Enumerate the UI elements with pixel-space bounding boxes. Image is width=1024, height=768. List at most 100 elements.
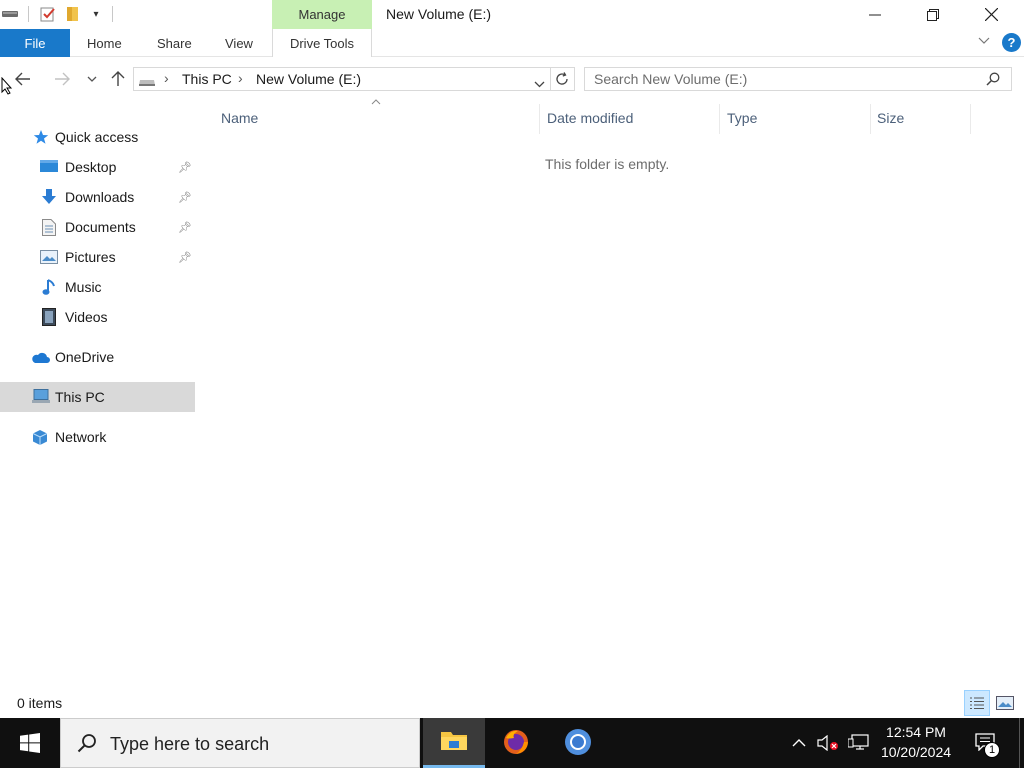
sort-ascending-icon	[371, 97, 381, 108]
forward-button[interactable]	[51, 68, 73, 90]
taskbar-file-explorer[interactable]	[423, 718, 485, 768]
breadcrumb-new-volume[interactable]: New Volume (E:)	[256, 71, 361, 87]
sidebar-item-label: Music	[65, 279, 102, 295]
videos-icon	[40, 308, 58, 326]
sidebar-item-pictures[interactable]: Pictures 📌︎	[0, 242, 195, 272]
sidebar-item-onedrive[interactable]: OneDrive	[0, 342, 195, 372]
column-divider[interactable]	[870, 104, 871, 134]
column-divider[interactable]	[970, 104, 971, 134]
empty-folder-message: This folder is empty.	[545, 156, 670, 172]
pictures-icon	[40, 248, 58, 266]
separator	[112, 6, 113, 22]
refresh-button[interactable]	[550, 67, 575, 91]
close-button[interactable]	[962, 0, 1020, 29]
navigation-bar: › This PC › New Volume (E:)	[0, 57, 1024, 101]
chromium-icon	[564, 728, 592, 759]
file-list[interactable]: Name Date modified Type Size This folder…	[200, 99, 1024, 689]
pin-icon[interactable]: 📌︎	[178, 251, 192, 264]
tab-view[interactable]: View	[225, 29, 253, 57]
taskbar-search-box[interactable]: Type here to search	[60, 718, 420, 768]
column-header-size[interactable]: Size	[877, 110, 904, 126]
tab-drive-tools[interactable]: Drive Tools	[272, 29, 372, 57]
status-bar: 0 items	[0, 689, 1024, 718]
tab-manage[interactable]: Manage	[272, 0, 372, 29]
pin-icon[interactable]: 📌︎	[178, 161, 192, 174]
sidebar-item-label: Documents	[65, 219, 136, 235]
separator	[28, 6, 29, 22]
search-icon[interactable]	[986, 72, 1000, 89]
show-hidden-icons-button[interactable]	[788, 718, 810, 768]
column-header-date-modified[interactable]: Date modified	[547, 110, 633, 126]
star-icon	[32, 128, 50, 146]
sidebar-item-this-pc[interactable]: This PC	[0, 382, 195, 412]
navigation-pane: Quick access Desktop 📌︎ Downloads 📌︎ Doc…	[0, 101, 200, 689]
new-folder-icon[interactable]	[65, 6, 81, 22]
show-desktop-button[interactable]	[1019, 718, 1024, 768]
notification-count-badge: 1	[984, 742, 1000, 758]
item-count: 0 items	[17, 695, 63, 711]
file-explorer-icon	[440, 728, 468, 755]
taskbar-chromium[interactable]	[547, 718, 609, 768]
sidebar-item-label: OneDrive	[55, 349, 115, 365]
sidebar-item-quick-access[interactable]: Quick access	[0, 122, 195, 152]
restore-button[interactable]	[904, 0, 962, 29]
tab-home[interactable]: Home	[87, 29, 122, 57]
clock-date: 10/20/2024	[880, 744, 952, 760]
breadcrumb-separator-icon[interactable]: ›	[164, 70, 169, 86]
sidebar-item-label: This PC	[55, 389, 105, 405]
sidebar-item-network[interactable]: Network	[0, 422, 195, 452]
help-button[interactable]: ?	[1002, 33, 1021, 52]
sidebar-item-label: Downloads	[65, 189, 135, 205]
cloud-icon	[30, 348, 50, 366]
ribbon: File Home Share View Drive Tools ?	[0, 29, 1024, 57]
firefox-icon	[502, 728, 530, 759]
tab-share[interactable]: Share	[157, 29, 192, 57]
large-icons-view-button[interactable]	[992, 690, 1018, 716]
taskbar: Type here to search 12:54 PM 10/20/2024 …	[0, 718, 1024, 768]
address-dropdown-icon[interactable]	[534, 75, 545, 91]
tab-file[interactable]: File	[0, 29, 70, 57]
chevron-down-icon[interactable]	[978, 34, 990, 48]
customize-quick-access-icon[interactable]: ▾	[88, 6, 104, 22]
network-status-icon[interactable]	[846, 718, 872, 768]
details-view-button[interactable]	[964, 690, 990, 716]
search-box[interactable]	[584, 67, 1012, 91]
sidebar-item-desktop[interactable]: Desktop 📌︎	[0, 152, 195, 182]
column-header-type[interactable]: Type	[727, 110, 757, 126]
drive-icon	[138, 74, 156, 90]
breadcrumb-separator-icon[interactable]: ›	[238, 70, 243, 86]
sidebar-item-documents[interactable]: Documents 📌︎	[0, 212, 195, 242]
drive-icon[interactable]	[2, 6, 18, 22]
back-button[interactable]	[12, 68, 34, 90]
sidebar-item-label: Desktop	[65, 159, 117, 175]
music-icon	[40, 278, 58, 296]
taskbar-search-placeholder: Type here to search	[110, 734, 270, 754]
properties-icon[interactable]	[40, 6, 56, 22]
sidebar-item-label: Videos	[65, 309, 108, 325]
up-button[interactable]	[107, 68, 129, 90]
pin-icon[interactable]: 📌︎	[178, 191, 192, 204]
computer-icon	[32, 388, 50, 406]
sidebar-item-music[interactable]: Music	[0, 272, 195, 302]
download-icon	[40, 188, 58, 206]
pin-icon[interactable]: 📌︎	[178, 221, 192, 234]
title-bar: ▾ Manage New Volume (E:)	[0, 0, 1024, 29]
breadcrumb-this-pc[interactable]: This PC	[182, 71, 232, 87]
minimize-button[interactable]	[846, 0, 904, 29]
taskbar-clock[interactable]: 12:54 PM 10/20/2024	[870, 722, 962, 762]
address-bar[interactable]: › This PC › New Volume (E:)	[133, 67, 551, 91]
volume-muted-icon[interactable]	[816, 718, 840, 768]
start-button[interactable]	[0, 718, 60, 768]
sidebar-item-label: Network	[55, 429, 107, 445]
taskbar-firefox[interactable]	[485, 718, 547, 768]
sidebar-item-downloads[interactable]: Downloads 📌︎	[0, 182, 195, 212]
column-divider[interactable]	[539, 104, 540, 134]
recent-locations-button[interactable]	[81, 68, 103, 90]
sidebar-item-videos[interactable]: Videos	[0, 302, 195, 332]
network-icon	[31, 428, 49, 446]
window-title: New Volume (E:)	[386, 6, 492, 22]
column-header-name[interactable]: Name	[221, 110, 258, 126]
clock-time: 12:54 PM	[886, 724, 946, 740]
column-divider[interactable]	[719, 104, 720, 134]
search-input[interactable]	[594, 71, 974, 87]
